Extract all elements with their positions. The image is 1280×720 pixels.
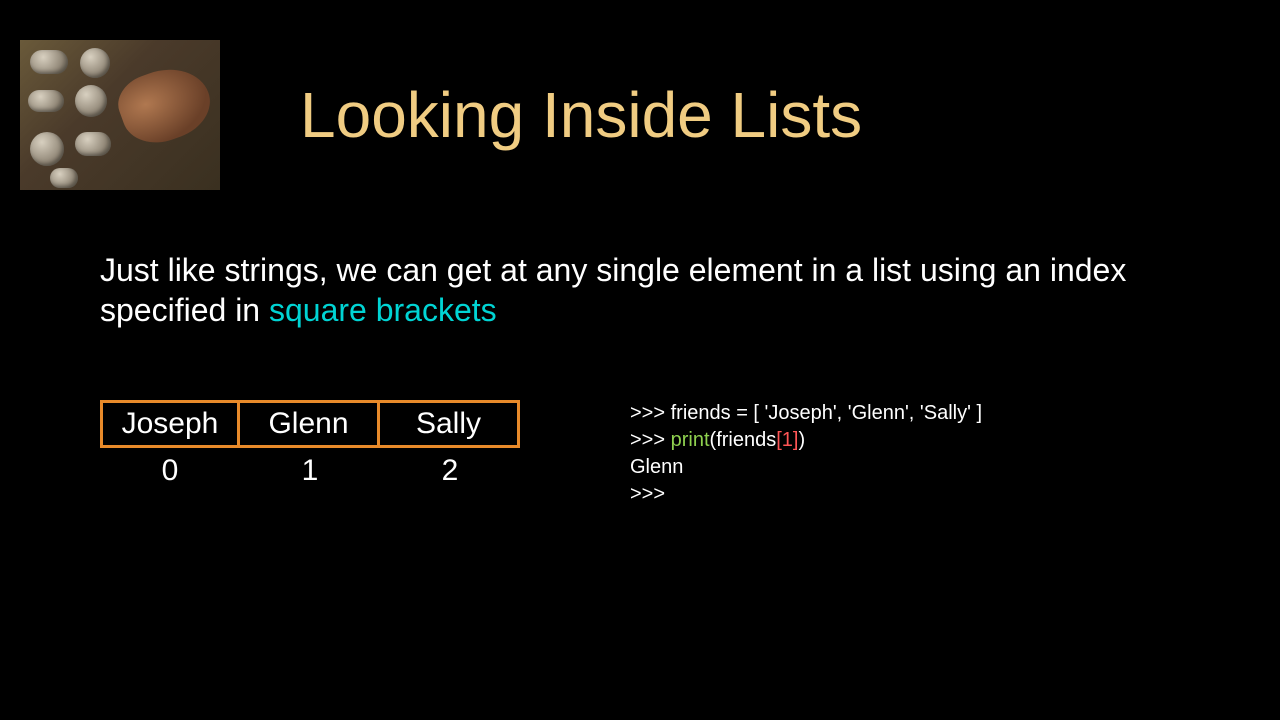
- code-num: 1: [782, 429, 793, 451]
- body-text-pre: Just like strings, we can get at any sin…: [100, 252, 1126, 328]
- list-indices: 0 1 2: [100, 454, 520, 488]
- list-index: 1: [240, 454, 380, 488]
- slide: Looking Inside Lists Just like strings, …: [0, 0, 1280, 720]
- code-paren: ): [798, 429, 805, 451]
- code-var: friends: [716, 429, 776, 451]
- list-index: 0: [100, 454, 240, 488]
- body-text-highlight: square brackets: [269, 292, 497, 328]
- code-prompt: >>>: [630, 429, 671, 451]
- lower-row: Joseph Glenn Sally 0 1 2 >>> friends = […: [0, 330, 1280, 508]
- code-text: friends = [ 'Joseph', 'Glenn', 'Sally' ]: [671, 402, 982, 424]
- list-index: 2: [380, 454, 520, 488]
- list-cells: Joseph Glenn Sally: [100, 400, 520, 448]
- list-cell: Glenn: [240, 400, 380, 448]
- slide-title: Looking Inside Lists: [300, 78, 862, 152]
- code-fn: print: [671, 429, 710, 451]
- list-cell: Sally: [380, 400, 520, 448]
- list-cell: Joseph: [100, 400, 240, 448]
- header: Looking Inside Lists: [0, 0, 1280, 190]
- code-output: Glenn: [630, 456, 683, 478]
- elevator-buttons-image: [20, 40, 220, 190]
- list-diagram: Joseph Glenn Sally 0 1 2: [100, 400, 520, 488]
- code-prompt: >>>: [630, 483, 665, 505]
- code-prompt: >>>: [630, 402, 671, 424]
- body-text: Just like strings, we can get at any sin…: [0, 190, 1280, 330]
- code-block: >>> friends = [ 'Joseph', 'Glenn', 'Sall…: [630, 400, 982, 508]
